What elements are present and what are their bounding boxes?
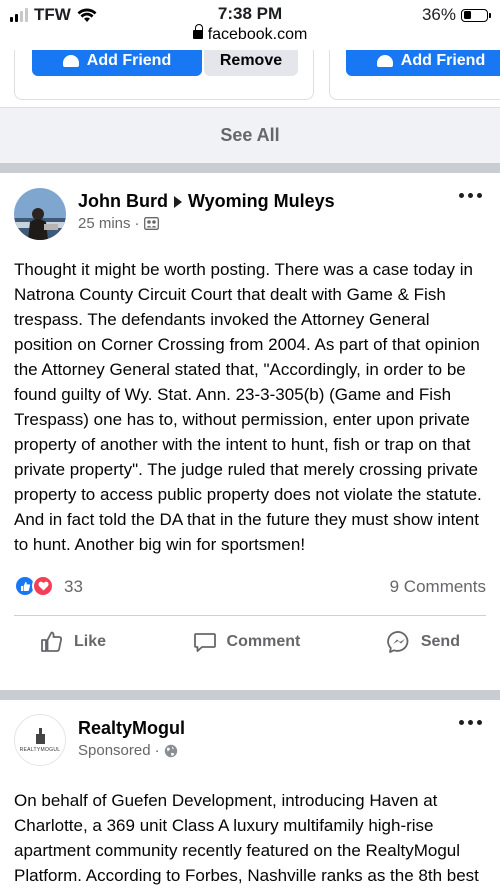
add-friend-label: Add Friend	[400, 52, 486, 69]
globe-icon	[164, 744, 177, 757]
meta-separator: ·	[134, 215, 140, 232]
url-bar[interactable]: facebook.com	[0, 24, 500, 44]
add-friend-icon	[376, 54, 393, 67]
send-label: Send	[420, 632, 460, 650]
post-author-line: John Burd Wyoming Muleys	[78, 191, 335, 212]
sponsored-post: REALTYMOGUL RealtyMogul Sponsored · On b…	[0, 700, 500, 890]
see-all-button[interactable]: See All	[220, 125, 279, 146]
feed-post: John Burd Wyoming Muleys 25 mins · Thoug…	[0, 173, 500, 667]
group-audience-icon	[143, 217, 159, 230]
advertiser-name[interactable]: RealtyMogul	[78, 718, 185, 739]
battery-fill	[463, 11, 472, 19]
post-meta: Sponsored ·	[78, 742, 178, 759]
post-body: Thought it might be worth posting. There…	[14, 260, 482, 554]
messenger-icon	[387, 630, 409, 653]
post-timestamp[interactable]: 25 mins	[78, 215, 131, 232]
love-reaction-icon	[32, 575, 54, 597]
people-you-may-know-strip: Add Friend Remove Add Friend	[0, 50, 500, 107]
reaction-icons[interactable]	[14, 575, 54, 597]
group-name[interactable]: Wyoming Muleys	[188, 191, 335, 212]
post-author-line: RealtyMogul	[78, 718, 185, 739]
avatar-photo	[14, 188, 66, 240]
author-name[interactable]: John Burd	[78, 191, 168, 212]
comment-button[interactable]: Comment	[167, 630, 327, 654]
see-all-row: See All	[0, 107, 500, 163]
send-button[interactable]: Send	[361, 630, 486, 654]
add-friend-icon	[62, 54, 79, 67]
add-friend-button[interactable]: Add Friend	[32, 50, 202, 76]
battery-icon	[461, 8, 491, 22]
lock-icon	[192, 24, 203, 39]
remove-button[interactable]: Remove	[204, 50, 298, 76]
battery-group: 36%	[421, 5, 491, 25]
meta-separator: ·	[154, 742, 160, 759]
more-icon	[459, 193, 482, 198]
caret-right-icon	[174, 195, 182, 208]
feed-divider	[0, 163, 500, 173]
advertiser-logo[interactable]: REALTYMOGUL	[14, 714, 66, 766]
logo-building-icon	[35, 727, 45, 744]
avatar[interactable]	[14, 188, 66, 240]
comment-label: Comment	[226, 632, 301, 650]
friend-suggestion-card: Add Friend	[329, 50, 500, 100]
post-action-bar: Like Comment Send	[14, 615, 486, 667]
post-header: REALTYMOGUL RealtyMogul Sponsored ·	[0, 700, 500, 770]
post-options-button[interactable]	[459, 720, 482, 725]
reactions-summary: 33 9 Comments	[0, 557, 500, 615]
post-header: John Burd Wyoming Muleys 25 mins ·	[0, 173, 500, 243]
logo-wordmark: REALTYMOGUL	[19, 746, 61, 753]
url-text: facebook.com	[207, 26, 308, 43]
friend-suggestion-card: Add Friend Remove	[14, 50, 314, 100]
add-friend-button[interactable]: Add Friend	[346, 50, 500, 76]
reaction-count[interactable]: 33	[64, 577, 83, 597]
thumbs-up-icon	[41, 631, 62, 652]
more-icon	[459, 720, 482, 725]
like-button[interactable]: Like	[14, 630, 132, 654]
comment-icon	[193, 632, 216, 652]
post-meta: 25 mins ·	[78, 215, 159, 232]
like-label: Like	[74, 632, 107, 650]
status-bar: TFW 7:38 PM facebook.com 36%	[0, 0, 500, 50]
feed-divider	[0, 690, 500, 700]
comment-count[interactable]: 9 Comments	[390, 577, 486, 597]
post-body: On behalf of Guefen Development, introdu…	[14, 791, 479, 885]
add-friend-label: Add Friend	[86, 52, 172, 69]
battery-percent: 36%	[421, 5, 456, 24]
sponsored-label[interactable]: Sponsored	[78, 742, 151, 759]
post-options-button[interactable]	[459, 193, 482, 198]
